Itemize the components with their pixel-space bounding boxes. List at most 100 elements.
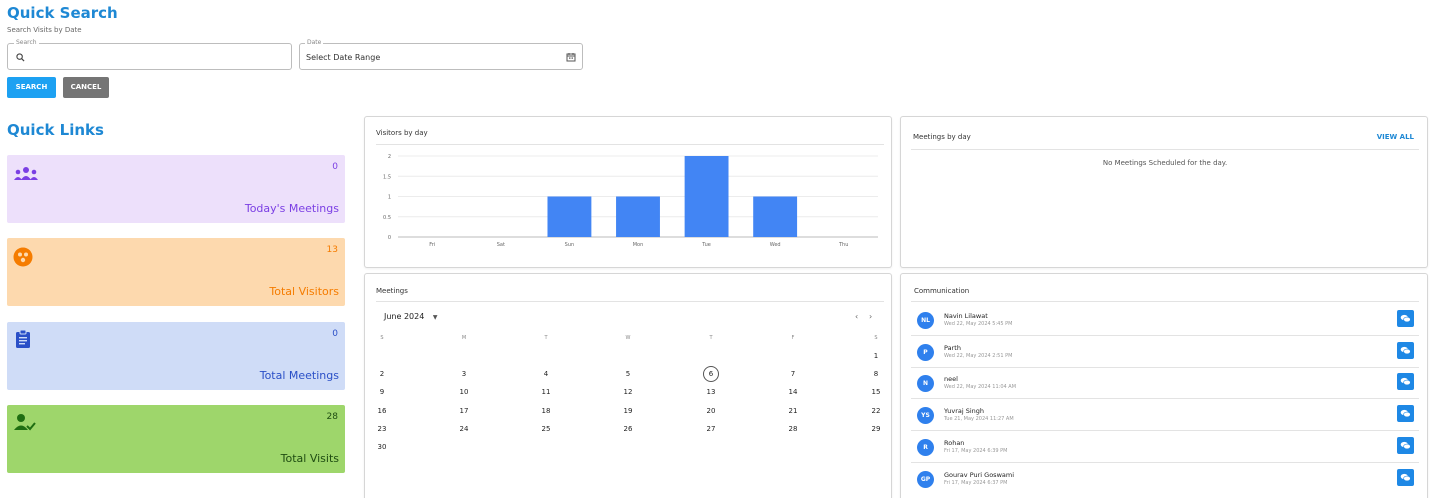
contact-name: Parth [944, 343, 961, 352]
y-tick-label: 2 [388, 154, 391, 160]
y-tick-label: 1 [388, 195, 391, 201]
card-count: 0 [332, 329, 338, 339]
calendar-day[interactable]: 1 [868, 352, 884, 360]
calendar-day[interactable]: 26 [620, 425, 636, 433]
y-tick-label: 1.5 [383, 174, 391, 180]
calendar-day[interactable]: 22 [868, 407, 884, 415]
calendar-day[interactable]: 29 [868, 425, 884, 433]
calendar-day-today[interactable]: 6 [703, 366, 719, 383]
calendar-day[interactable]: 25 [538, 425, 554, 433]
contact-name: Navin Lilawat [944, 312, 988, 320]
calendar-day[interactable]: 15 [868, 388, 884, 396]
communication-row[interactable]: P Parth Wed 22, May 2024 2:51 PM [911, 337, 1419, 368]
calendar-day[interactable]: 12 [620, 388, 636, 396]
date-range-field[interactable]: Date Select Date Range [299, 39, 583, 70]
calendar-day[interactable]: 8 [868, 370, 884, 378]
calendar-day[interactable]: 21 [785, 407, 801, 415]
chat-button[interactable] [1397, 405, 1414, 423]
chat-icon [1400, 409, 1411, 418]
calendar-day[interactable]: 19 [620, 407, 636, 415]
cancel-button[interactable]: CANCEL [63, 77, 109, 98]
chat-button[interactable] [1397, 468, 1414, 486]
card-label: Total Meetings [259, 369, 339, 382]
contact-name: Rohan [944, 438, 965, 447]
calendar-day[interactable]: 27 [703, 425, 719, 433]
calendar-day[interactable]: 14 [785, 388, 801, 396]
chat-button[interactable] [1397, 436, 1414, 454]
x-tick-label: Sun [565, 242, 575, 248]
calendar-day[interactable]: 17 [456, 407, 472, 415]
date-range-placeholder: Select Date Range [306, 53, 381, 62]
weekday-header: S [380, 335, 384, 341]
calendar-day[interactable]: 10 [456, 388, 472, 396]
weekday-header: T [709, 335, 713, 341]
communication-row[interactable]: R Rohan Fri 17, May 2024 6:39 PM [911, 432, 1419, 463]
calendar-day[interactable]: 16 [374, 407, 390, 415]
communication-row[interactable]: YS Yuvraj Singh Tue 21, May 2024 11:27 AM [911, 400, 1419, 432]
card-count: 0 [332, 162, 338, 172]
calendar-day[interactable]: 3 [456, 370, 472, 378]
card-label: Today's Meetings [244, 202, 339, 215]
bar-mon [616, 196, 660, 237]
calendar-day[interactable]: 5 [620, 370, 636, 378]
calendar-day[interactable]: 30 [374, 443, 390, 451]
contact-name: neel [944, 375, 958, 384]
calendar-day[interactable]: 24 [456, 425, 472, 433]
panel-title: Meetings by day [913, 133, 971, 141]
card-total-visits[interactable]: 28 Total Visits [7, 405, 345, 473]
calendar-day[interactable]: 9 [374, 388, 390, 396]
communication-row[interactable]: GP Gourav Puri Goswami Fri 17, May 2024 6:… [911, 464, 1419, 495]
avatar: YS [917, 407, 934, 425]
avatar: R [917, 438, 934, 456]
quick-links-title: Quick Links [7, 121, 104, 139]
y-tick-label: 0.5 [383, 215, 391, 221]
calendar-day[interactable]: 4 [538, 370, 554, 378]
calendar-day[interactable]: 18 [538, 407, 554, 415]
visitors-by-day-panel: Visitors by day 0 0.5 1 1.5 2 Fri Sat Sun Mon Tue… [364, 116, 892, 268]
calendar-day[interactable]: 13 [703, 388, 719, 396]
search-input[interactable] [30, 50, 285, 64]
card-total-visitors[interactable]: 13 Total Visitors [7, 238, 345, 306]
visitors-bar-chart: 0 0.5 1 1.5 2 Fri Sat Sun Mon Tue Wed Thu [383, 154, 878, 248]
calendar-icon[interactable] [566, 52, 576, 62]
calendar-day[interactable]: 11 [538, 388, 554, 396]
chat-icon [1400, 314, 1411, 323]
card-todays-meetings[interactable]: 0 Today's Meetings [7, 155, 345, 223]
communication-row[interactable]: Nneel Wed 22, May 2024 11:04 AM [911, 368, 1419, 400]
chat-button[interactable] [1397, 310, 1414, 327]
avatar: P [917, 343, 934, 361]
calendar-day[interactable]: 23 [374, 425, 390, 433]
panel-title: Visitors by day [376, 129, 428, 137]
chat-button[interactable] [1397, 373, 1414, 391]
calendar-day[interactable]: 7 [785, 370, 801, 378]
contact-name: Gourav Puri Goswami [944, 470, 1015, 479]
communication-row[interactable]: NL Navin Lilawat Wed 22, May 2024 5:45 PM [911, 305, 1419, 336]
quick-search-subtitle: Search Visits by Date [7, 26, 82, 34]
chat-icon [1400, 441, 1411, 449]
group-icon [14, 167, 38, 180]
chat-button[interactable] [1397, 341, 1414, 359]
chat-icon [1400, 346, 1411, 354]
calendar-day[interactable]: 20 [703, 407, 719, 415]
calendar-day[interactable]: 2 [374, 370, 390, 378]
contact-timestamp: Tue 21, May 2024 11:27 AM [944, 416, 1014, 423]
view-all-link[interactable]: VIEW ALL [1377, 133, 1414, 141]
calendar-grid: S M T W T F S 1 2 3 4 5 6 7 8 9 10 11 12 13 14 15 16 17 18 19 20 21… [365, 274, 893, 498]
card-total-meetings[interactable]: 0 Total Meetings [7, 322, 345, 390]
x-tick-label: Tue [701, 242, 711, 248]
visitors-icon [13, 247, 33, 267]
contact-timestamp: Wed 22, May 2024 5:45 PM [944, 321, 1013, 327]
weekday-header: F [791, 335, 795, 341]
communication-list: NL Navin Lilawat Wed 22, May 2024 5:45 PM P… [901, 274, 1429, 498]
chat-icon [1400, 378, 1411, 386]
meetings-by-day-panel: Meetings by day VIEW ALL No Meetings Sch… [900, 116, 1428, 268]
x-tick-label: Sat [497, 242, 505, 248]
contact-name: Yuvraj Singh [944, 407, 985, 416]
card-label: Total Visits [280, 452, 339, 465]
search-button[interactable]: SEARCH [7, 77, 56, 98]
contact-timestamp: Wed 22, May 2024 11:04 AM [944, 384, 1017, 391]
calendar-day[interactable]: 28 [785, 425, 801, 433]
search-field[interactable]: Search [7, 39, 292, 70]
search-field-label: Search [14, 39, 39, 46]
avatar: GP [917, 470, 934, 488]
